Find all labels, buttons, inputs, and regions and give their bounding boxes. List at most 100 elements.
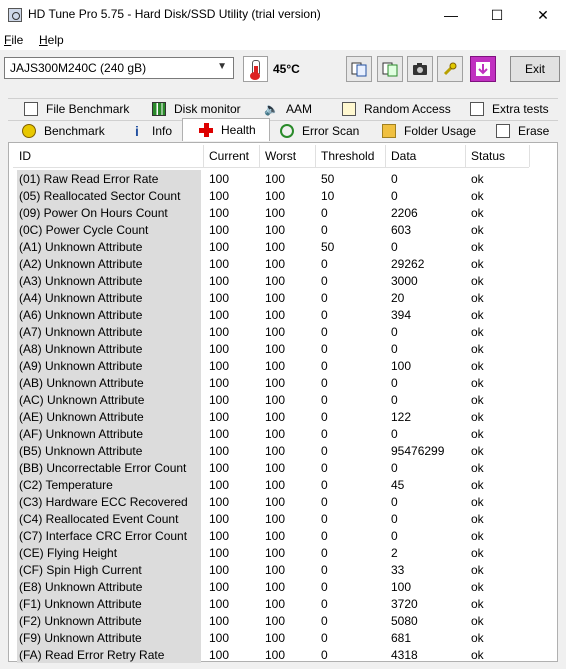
attr-id-cell: (C4) Reallocated Event Count [17, 510, 201, 527]
table-row[interactable]: (A6) Unknown Attribute 100 100 0 394 ok [13, 306, 529, 323]
raw-data-value: 100 [391, 580, 412, 594]
tab-benchmark[interactable]: Benchmark [8, 120, 114, 140]
threshold-value: 0 [321, 223, 328, 237]
exit-button[interactable]: Exit [510, 56, 560, 82]
tab-error-scan[interactable]: Error Scan [270, 120, 372, 140]
tab-info[interactable]: i Info [114, 120, 182, 140]
table-row[interactable]: (BB) Uncorrectable Error Count 100 100 0 0 ok [13, 459, 529, 476]
table-row[interactable]: (E8) Unknown Attribute 100 100 0 100 ok [13, 578, 529, 595]
status-value: ok [471, 580, 484, 594]
save-button[interactable] [470, 56, 496, 82]
tab-file-benchmark[interactable]: File Benchmark [8, 98, 138, 118]
header-current[interactable]: Current [209, 149, 249, 163]
threshold-value: 0 [321, 478, 328, 492]
status-value: ok [471, 410, 484, 424]
table-row[interactable]: (05) Reallocated Sector Count 100 100 10 0 ok [13, 187, 529, 204]
worst-value: 100 [265, 563, 286, 577]
tab-health[interactable]: Health [182, 118, 270, 141]
minimize-button[interactable]: — [428, 0, 474, 30]
status-value: ok [471, 172, 484, 186]
worst-value: 100 [265, 359, 286, 373]
current-value: 100 [209, 529, 230, 543]
current-value: 100 [209, 631, 230, 645]
attr-id-cell: (AB) Unknown Attribute [17, 374, 201, 391]
attr-id-cell: (A9) Unknown Attribute [17, 357, 201, 374]
drive-select[interactable]: JAJS300M240C (240 gB) ▼ [4, 57, 234, 79]
table-row[interactable]: (AC) Unknown Attribute 100 100 0 0 ok [13, 391, 529, 408]
status-value: ok [471, 461, 484, 475]
attr-id-cell: (A8) Unknown Attribute [17, 340, 201, 357]
threshold-value: 0 [321, 308, 328, 322]
maximize-button[interactable]: ☐ [474, 0, 520, 30]
raw-data-value: 0 [391, 342, 398, 356]
status-value: ok [471, 427, 484, 441]
current-value: 100 [209, 444, 230, 458]
close-button[interactable]: ✕ [520, 0, 566, 30]
table-row[interactable]: (C2) Temperature 100 100 0 45 ok [13, 476, 529, 493]
table-row[interactable]: (C3) Hardware ECC Recovered 100 100 0 0 ok [13, 493, 529, 510]
copy-info-button[interactable] [346, 56, 372, 82]
table-row[interactable]: (A7) Unknown Attribute 100 100 0 0 ok [13, 323, 529, 340]
tab-erase[interactable]: Erase [488, 120, 558, 140]
table-row[interactable]: (A9) Unknown Attribute 100 100 0 100 ok [13, 357, 529, 374]
attr-id-cell: (CF) Spin High Current [17, 561, 201, 578]
worst-value: 100 [265, 631, 286, 645]
header-worst[interactable]: Worst [265, 149, 296, 163]
table-row[interactable]: (09) Power On Hours Count 100 100 0 2206 ok [13, 204, 529, 221]
table-row[interactable]: (A2) Unknown Attribute 100 100 0 29262 ok [13, 255, 529, 272]
attr-id: (A9) Unknown Attribute [19, 359, 143, 373]
table-row[interactable]: (AB) Unknown Attribute 100 100 0 0 ok [13, 374, 529, 391]
table-row[interactable]: (0C) Power Cycle Count 100 100 0 603 ok [13, 221, 529, 238]
attr-id-cell: (A7) Unknown Attribute [17, 323, 201, 340]
status-value: ok [471, 359, 484, 373]
attr-id: (C4) Reallocated Event Count [19, 512, 179, 526]
table-row[interactable]: (AF) Unknown Attribute 100 100 0 0 ok [13, 425, 529, 442]
speaker-icon: 🔈 [264, 101, 279, 116]
tab-disk-monitor[interactable]: Disk monitor [138, 98, 248, 118]
tab-extra-tests[interactable]: Extra tests [456, 98, 558, 118]
table-row[interactable]: (F9) Unknown Attribute 100 100 0 681 ok [13, 629, 529, 646]
table-row[interactable]: (CE) Flying Height 100 100 0 2 ok [13, 544, 529, 561]
worst-value: 100 [265, 393, 286, 407]
table-row[interactable]: (F2) Unknown Attribute 100 100 0 5080 ok [13, 612, 529, 629]
table-row[interactable]: (A1) Unknown Attribute 100 100 50 0 ok [13, 238, 529, 255]
tab-random-access[interactable]: Random Access [328, 98, 456, 118]
header-status[interactable]: Status [471, 149, 505, 163]
header-threshold[interactable]: Threshold [321, 149, 374, 163]
attr-id-cell: (C2) Temperature [17, 476, 201, 493]
window-title: HD Tune Pro 5.75 - Hard Disk/SSD Utility… [28, 7, 321, 21]
table-row[interactable]: (A3) Unknown Attribute 100 100 0 3000 ok [13, 272, 529, 289]
table-row[interactable]: (B5) Unknown Attribute 100 100 0 95476299 ok [13, 442, 529, 459]
threshold-value: 0 [321, 597, 328, 611]
threshold-value: 0 [321, 410, 328, 424]
table-row[interactable]: (CF) Spin High Current 100 100 0 33 ok [13, 561, 529, 578]
status-value: ok [471, 308, 484, 322]
worst-value: 100 [265, 614, 286, 628]
header-id[interactable]: ID [19, 149, 31, 163]
attr-id-cell: (01) Raw Read Error Rate [17, 170, 201, 187]
options-button[interactable] [437, 56, 463, 82]
worst-value: 100 [265, 427, 286, 441]
header-data[interactable]: Data [391, 149, 416, 163]
table-row[interactable]: (A8) Unknown Attribute 100 100 0 0 ok [13, 340, 529, 357]
threshold-value: 0 [321, 648, 328, 662]
current-value: 100 [209, 257, 230, 271]
screenshot-button[interactable] [407, 56, 433, 82]
tab-aam[interactable]: 🔈 AAM [248, 98, 328, 118]
table-row[interactable]: (F1) Unknown Attribute 100 100 0 3720 ok [13, 595, 529, 612]
current-value: 100 [209, 410, 230, 424]
table-row[interactable]: (FA) Read Error Retry Rate 100 100 0 4318 ok [13, 646, 529, 663]
table-row[interactable]: (C7) Interface CRC Error Count 100 100 0 0 ok [13, 527, 529, 544]
menu-help[interactable]: Help [39, 33, 64, 47]
table-row[interactable]: (C4) Reallocated Event Count 100 100 0 0 ok [13, 510, 529, 527]
current-value: 100 [209, 325, 230, 339]
threshold-value: 0 [321, 529, 328, 543]
table-row[interactable]: (AE) Unknown Attribute 100 100 0 122 ok [13, 408, 529, 425]
copy-all-button[interactable] [377, 56, 403, 82]
tab-folder-usage[interactable]: Folder Usage [372, 120, 488, 140]
threshold-value: 0 [321, 614, 328, 628]
table-row[interactable]: (01) Raw Read Error Rate 100 100 50 0 ok [13, 170, 529, 187]
worst-value: 100 [265, 376, 286, 390]
table-row[interactable]: (A4) Unknown Attribute 100 100 0 20 ok [13, 289, 529, 306]
menu-file[interactable]: File [4, 33, 23, 47]
